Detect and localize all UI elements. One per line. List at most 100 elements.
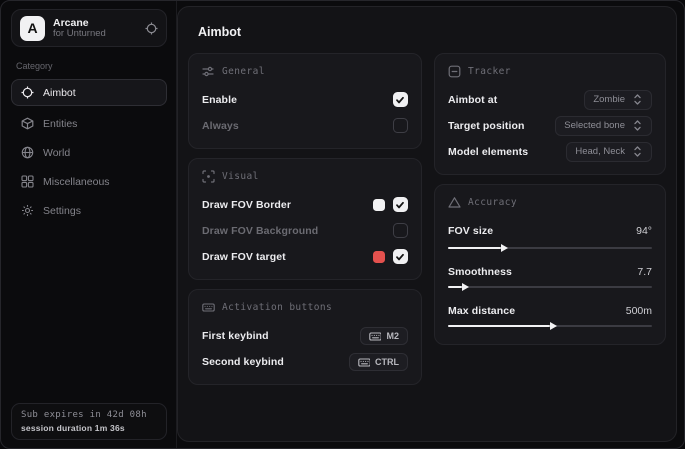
triangle-icon: [448, 196, 461, 209]
always-checkbox[interactable]: [393, 118, 408, 133]
setting-label: Max distance: [448, 305, 515, 317]
modules-icon: [21, 175, 34, 188]
app-window: A Arcane for Unturned Category Aimbot En…: [0, 0, 685, 449]
max-distance-slider[interactable]: [448, 320, 652, 332]
model-elements-select[interactable]: Head, Neck: [566, 142, 652, 162]
slider-thumb[interactable]: [462, 283, 469, 291]
sidebar-item-label: Settings: [43, 205, 81, 217]
enable-checkbox[interactable]: [393, 92, 408, 107]
card-title: General: [222, 66, 265, 77]
keybind-value: M2: [386, 331, 399, 341]
fov-size-slider[interactable]: [448, 242, 652, 254]
setting-label: Second keybind: [202, 356, 284, 368]
setting-row: Draw FOV target: [202, 246, 408, 267]
setting-label: Draw FOV Background: [202, 225, 318, 237]
app-subtitle: for Unturned: [53, 29, 137, 40]
main-panel: Aimbot General Enable Always: [177, 6, 677, 442]
card-title: Accuracy: [468, 197, 517, 208]
setting-value: 94°: [636, 225, 652, 237]
sidebar-item-label: Entities: [43, 118, 77, 130]
setting-label: Model elements: [448, 146, 528, 158]
setting-row: Aimbot at Zombie: [448, 89, 652, 110]
slider-group: Smoothness 7.7: [448, 263, 652, 293]
select-value: Selected bone: [564, 120, 625, 131]
setting-value: 7.7: [637, 266, 652, 278]
sidebar-item-world[interactable]: World: [11, 139, 167, 166]
card-title: Tracker: [468, 66, 511, 77]
setting-label: Enable: [202, 94, 237, 106]
select-value: Zombie: [593, 94, 625, 105]
setting-label: Draw FOV Border: [202, 199, 291, 211]
setting-label: FOV size: [448, 225, 493, 237]
sidebar-item-entities[interactable]: Entities: [11, 110, 167, 137]
slider-thumb[interactable]: [550, 322, 557, 330]
sidebar-item-settings[interactable]: Settings: [11, 197, 167, 224]
second-keybind-button[interactable]: CTRL: [349, 353, 408, 371]
sidebar: A Arcane for Unturned Category Aimbot En…: [1, 1, 177, 448]
crosshair-icon: [21, 86, 34, 99]
card-tracker: Tracker Aimbot at Zombie Target position…: [434, 53, 666, 175]
setting-row: First keybind M2: [202, 325, 408, 346]
sidebar-item-miscellaneous[interactable]: Miscellaneous: [11, 168, 167, 195]
setting-row: Model elements Head, Neck: [448, 141, 652, 162]
globe-icon: [21, 146, 34, 159]
setting-label: Aimbot at: [448, 94, 497, 106]
fov-border-checkbox[interactable]: [393, 197, 408, 212]
color-swatch[interactable]: [373, 251, 385, 263]
setting-value: 500m: [626, 305, 652, 317]
sidebar-item-aimbot[interactable]: Aimbot: [11, 79, 167, 106]
chevrons-up-down-icon: [632, 119, 643, 132]
fov-target-checkbox[interactable]: [393, 249, 408, 264]
keyboard-icon: [358, 356, 370, 368]
setting-row: Second keybind CTRL: [202, 351, 408, 372]
gear-icon: [21, 204, 34, 217]
page-title: Aimbot: [198, 25, 666, 39]
chevrons-up-down-icon: [632, 145, 643, 158]
sidebar-item-label: Miscellaneous: [43, 176, 110, 188]
card-title: Activation buttons: [222, 302, 332, 313]
card-visual: Visual Draw FOV Border Draw FOV Backgrou…: [188, 158, 422, 280]
select-value: Head, Neck: [575, 146, 625, 157]
scan-icon: [202, 170, 215, 183]
keyboard-icon: [369, 330, 381, 342]
focus-icon: [448, 65, 461, 78]
fov-background-checkbox[interactable]: [393, 223, 408, 238]
slider-group: FOV size 94°: [448, 220, 652, 254]
cube-icon: [21, 117, 34, 130]
app-header: A Arcane for Unturned: [11, 9, 167, 47]
app-name: Arcane: [53, 17, 137, 29]
sub-expires-text: Sub expires in 42d 08h: [21, 410, 157, 420]
setting-row: Target position Selected bone: [448, 115, 652, 136]
setting-label: First keybind: [202, 330, 269, 342]
slider-thumb[interactable]: [501, 244, 508, 252]
card-accuracy: Accuracy FOV size 94°: [434, 184, 666, 345]
card-general: General Enable Always: [188, 53, 422, 149]
chevrons-up-down-icon: [632, 93, 643, 106]
setting-label: Smoothness: [448, 266, 512, 278]
setting-label: Always: [202, 120, 239, 132]
subscription-info: Sub expires in 42d 08h session duration …: [11, 403, 167, 440]
keybind-value: CTRL: [375, 357, 399, 367]
setting-row: Draw FOV Background: [202, 220, 408, 241]
card-title: Visual: [222, 171, 259, 182]
sidebar-item-label: World: [43, 147, 70, 159]
category-label: Category: [16, 61, 167, 71]
sidebar-item-label: Aimbot: [43, 87, 76, 99]
app-logo: A: [20, 16, 45, 41]
sliders-icon: [202, 65, 215, 78]
keyboard-icon: [202, 301, 215, 314]
card-activation-buttons: Activation buttons First keybind M2 Seco…: [188, 289, 422, 385]
setting-row: Draw FOV Border: [202, 194, 408, 215]
sidebar-nav: Aimbot Entities World Miscellaneous Sett…: [11, 79, 167, 226]
setting-row: Always: [202, 115, 408, 136]
slider-group: Max distance 500m: [448, 302, 652, 332]
setting-row: Enable: [202, 89, 408, 110]
color-swatch[interactable]: [373, 199, 385, 211]
setting-label: Target position: [448, 120, 525, 132]
crosshair-icon[interactable]: [145, 22, 158, 35]
setting-label: Draw FOV target: [202, 251, 286, 263]
smoothness-slider[interactable]: [448, 281, 652, 293]
aimbot-at-select[interactable]: Zombie: [584, 90, 652, 110]
target-position-select[interactable]: Selected bone: [555, 116, 652, 136]
first-keybind-button[interactable]: M2: [360, 327, 408, 345]
